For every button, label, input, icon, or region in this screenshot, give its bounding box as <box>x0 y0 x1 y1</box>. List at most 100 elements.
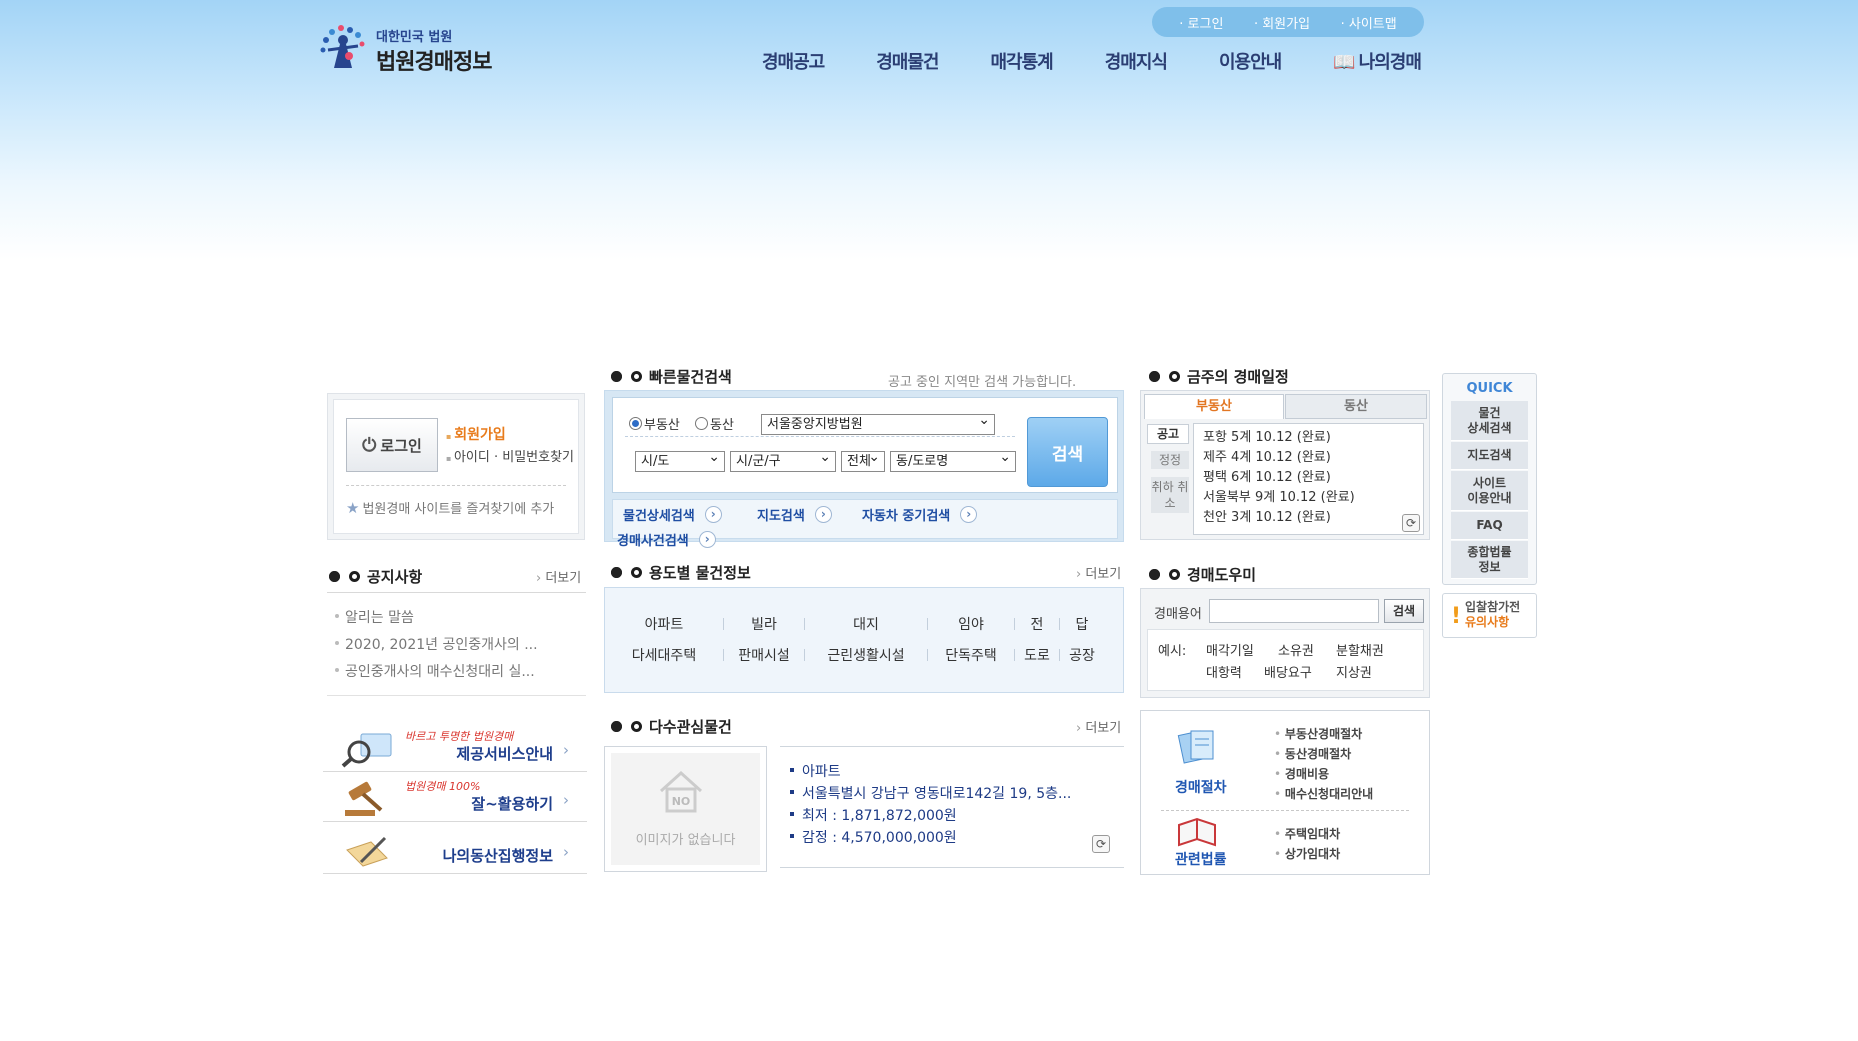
quick-map-search[interactable]: 지도검색 <box>1451 442 1528 470</box>
dong-road-select[interactable]: 동/도로명 <box>890 451 1016 472</box>
radio-real-estate[interactable]: 부동산 <box>629 414 680 433</box>
usage-factory[interactable]: 공장 <box>1060 645 1104 665</box>
add-favorite-link[interactable]: ★ 법원경매 사이트를 즐겨찾기에 추가 <box>346 498 554 517</box>
law-link[interactable]: 주택임대차 <box>1274 825 1340 842</box>
banner-service-guide[interactable]: 바르고 투명한 법원경매 제공서비스안내 › <box>323 722 587 772</box>
procedure-link[interactable]: 동산경매절차 <box>1274 745 1351 762</box>
notice-item[interactable]: 알리는 말씀 <box>327 607 586 634</box>
popular-item-address[interactable]: 서울특별시 강남구 영동대로142길 19, 5층... <box>780 783 1124 805</box>
usage-paddy[interactable]: 답 <box>1060 614 1104 634</box>
quick-site-guide[interactable]: 사이트 이용안내 <box>1451 471 1528 511</box>
find-account-link[interactable]: 아이디 · 비밀번호찾기 <box>446 446 574 465</box>
chevron-right-icon: › <box>704 506 722 523</box>
site-logo[interactable]: 대한민국 법원 법원경매정보 <box>318 20 508 75</box>
login-button[interactable]: ⏻ 로그인 <box>346 418 438 472</box>
divider <box>625 436 1015 437</box>
usage-road[interactable]: 도로 <box>1015 645 1059 665</box>
term-search-input[interactable] <box>1209 599 1379 623</box>
quick-faq[interactable]: FAQ <box>1451 512 1528 540</box>
banner-usage-tips[interactable]: 법원경매 100% 잘~활용하기 › <box>323 772 587 822</box>
schedule-item[interactable]: 천안 3계 10.12 (완료) <box>1194 508 1423 528</box>
bullet-icon <box>631 567 642 578</box>
refresh-icon[interactable]: ⟳ <box>1092 835 1110 853</box>
usage-detached[interactable]: 단독주택 <box>928 645 1014 665</box>
nav-sales-statistics[interactable]: 매각통계 <box>965 48 1079 74</box>
util-signup-link[interactable]: 회원가입 <box>1254 13 1310 32</box>
radio-movable[interactable]: 동산 <box>695 414 734 433</box>
schedule-item[interactable]: 포항 5계 10.12 (완료) <box>1194 428 1423 448</box>
nav-auction-knowledge[interactable]: 경매지식 <box>1079 48 1193 74</box>
schedule-item[interactable]: 서울북부 9계 10.12 (완료) <box>1194 488 1423 508</box>
book-icon: 📖 <box>1333 52 1355 73</box>
nav-my-auction[interactable]: 📖 나의경매 <box>1307 48 1447 74</box>
side-tab-withdrawal[interactable]: 취하 취소 <box>1151 477 1189 513</box>
login-box: ⏻로그인 회원가입 아이디 · 비밀번호찾기 ★법원경매 사이트를 즐겨찾기에 … <box>327 393 585 540</box>
schedule-item[interactable]: 제주 4계 10.12 (완료) <box>1194 448 1423 468</box>
quick-search-button[interactable]: 검색 <box>1027 417 1108 487</box>
tab-real-estate[interactable]: 부동산 <box>1144 394 1284 419</box>
util-login-link[interactable]: 로그인 <box>1179 13 1224 32</box>
refresh-icon[interactable]: ⟳ <box>1402 514 1420 532</box>
nav-auction-items[interactable]: 경매물건 <box>850 48 964 74</box>
notice-item[interactable]: 공인중개사의 매수신청대리 실... <box>327 661 586 688</box>
procedure-link[interactable]: 경매비용 <box>1274 765 1329 782</box>
law-book-icon <box>1178 817 1216 847</box>
case-search-link[interactable]: 경매사건검색 › <box>617 530 716 549</box>
vehicle-search-link[interactable]: 자동차 중기검색 › <box>862 505 978 524</box>
popular-item-min-price: 최저 : 1,871,872,000원 <box>780 805 1124 827</box>
usage-title-text: 용도별 물건정보 <box>649 564 751 582</box>
notice-section-title: 공지사항 <box>327 566 422 587</box>
popular-item-image[interactable]: NO 이미지가 없습니다 <box>604 746 767 872</box>
quick-detail-search[interactable]: 물건 상세검색 <box>1451 401 1528 441</box>
usage-villa[interactable]: 빌라 <box>724 614 804 634</box>
schedule-item[interactable]: 평택 6계 10.12 (완료) <box>1194 468 1423 488</box>
sido-select[interactable]: 시/도 <box>635 451 725 472</box>
quick-search-note: 공고 중인 지역만 검색 가능합니다. <box>888 375 1077 390</box>
usage-land[interactable]: 대지 <box>805 614 927 634</box>
example-term[interactable]: 매각기일 <box>1206 640 1254 659</box>
banner-title: 제공서비스안내 <box>456 745 553 763</box>
quick-menu-title: QUICK <box>1466 381 1513 396</box>
nav-auction-notice[interactable]: 경매공고 <box>756 48 850 74</box>
nav-usage-guide[interactable]: 이용안내 <box>1193 48 1307 74</box>
sigungu-select[interactable]: 시/군/구 <box>730 451 836 472</box>
example-term[interactable]: 분할채권 <box>1336 640 1384 659</box>
usage-neighborhood[interactable]: 근린생활시설 <box>805 645 927 665</box>
procedure-link[interactable]: 매수신청대리안내 <box>1274 785 1373 802</box>
signup-link[interactable]: 회원가입 <box>446 424 506 444</box>
side-tab-correction[interactable]: 정정 <box>1151 451 1189 469</box>
chevron-right-icon: › <box>960 506 978 523</box>
example-term[interactable]: 소유권 <box>1278 640 1314 659</box>
usage-apartment[interactable]: 아파트 <box>605 614 723 634</box>
usage-multi-family[interactable]: 다세대주택 <box>605 645 723 665</box>
court-select[interactable]: 서울중앙지방법원 <box>761 414 995 435</box>
popular-item-type[interactable]: 아파트 <box>780 761 1124 783</box>
util-sitemap-link[interactable]: 사이트맵 <box>1341 13 1397 32</box>
bid-caution-banner[interactable]: ! 입찰참가전 유의사항 <box>1442 593 1537 638</box>
banner-my-movable-info[interactable]: 나의동산집행정보 › <box>323 824 587 874</box>
tab-movable[interactable]: 동산 <box>1285 394 1427 419</box>
usage-more-link[interactable]: 더보기 <box>1076 563 1121 582</box>
quick-menu: QUICK 물건 상세검색 지도검색 사이트 이용안내 FAQ 종합법률 정보 <box>1442 373 1537 585</box>
procedure-link[interactable]: 부동산경매절차 <box>1274 725 1362 742</box>
term-search-button[interactable]: 검색 <box>1384 599 1424 623</box>
notice-item[interactable]: 2020, 2021년 공인중개사의 ... <box>327 634 586 661</box>
notice-more-link[interactable]: 더보기 <box>536 567 581 586</box>
usage-retail[interactable]: 판매시설 <box>724 645 804 665</box>
example-term[interactable]: 배당요구 <box>1264 662 1312 681</box>
map-search-link[interactable]: 지도검색 › <box>757 505 832 524</box>
court-logo-icon <box>320 25 365 68</box>
example-term[interactable]: 대항력 <box>1206 662 1242 681</box>
quick-legal-info[interactable]: 종합법률 정보 <box>1451 541 1528 579</box>
law-caption[interactable]: 관련법률 <box>1175 849 1227 869</box>
side-tab-notice[interactable]: 공고 <box>1147 424 1189 444</box>
law-link[interactable]: 상가임대차 <box>1274 845 1340 862</box>
usage-all-select[interactable]: 전체 <box>841 451 885 472</box>
detail-search-link[interactable]: 물건상세검색 › <box>623 505 722 524</box>
example-term[interactable]: 지상권 <box>1336 662 1372 681</box>
usage-field[interactable]: 전 <box>1015 614 1059 634</box>
notice-list: 알리는 말씀 2020, 2021년 공인중개사의 ... 공인중개사의 매수신… <box>327 592 586 696</box>
popular-more-link[interactable]: 더보기 <box>1076 717 1121 736</box>
usage-forest[interactable]: 임야 <box>928 614 1014 634</box>
procedure-caption[interactable]: 경매절차 <box>1175 777 1227 797</box>
